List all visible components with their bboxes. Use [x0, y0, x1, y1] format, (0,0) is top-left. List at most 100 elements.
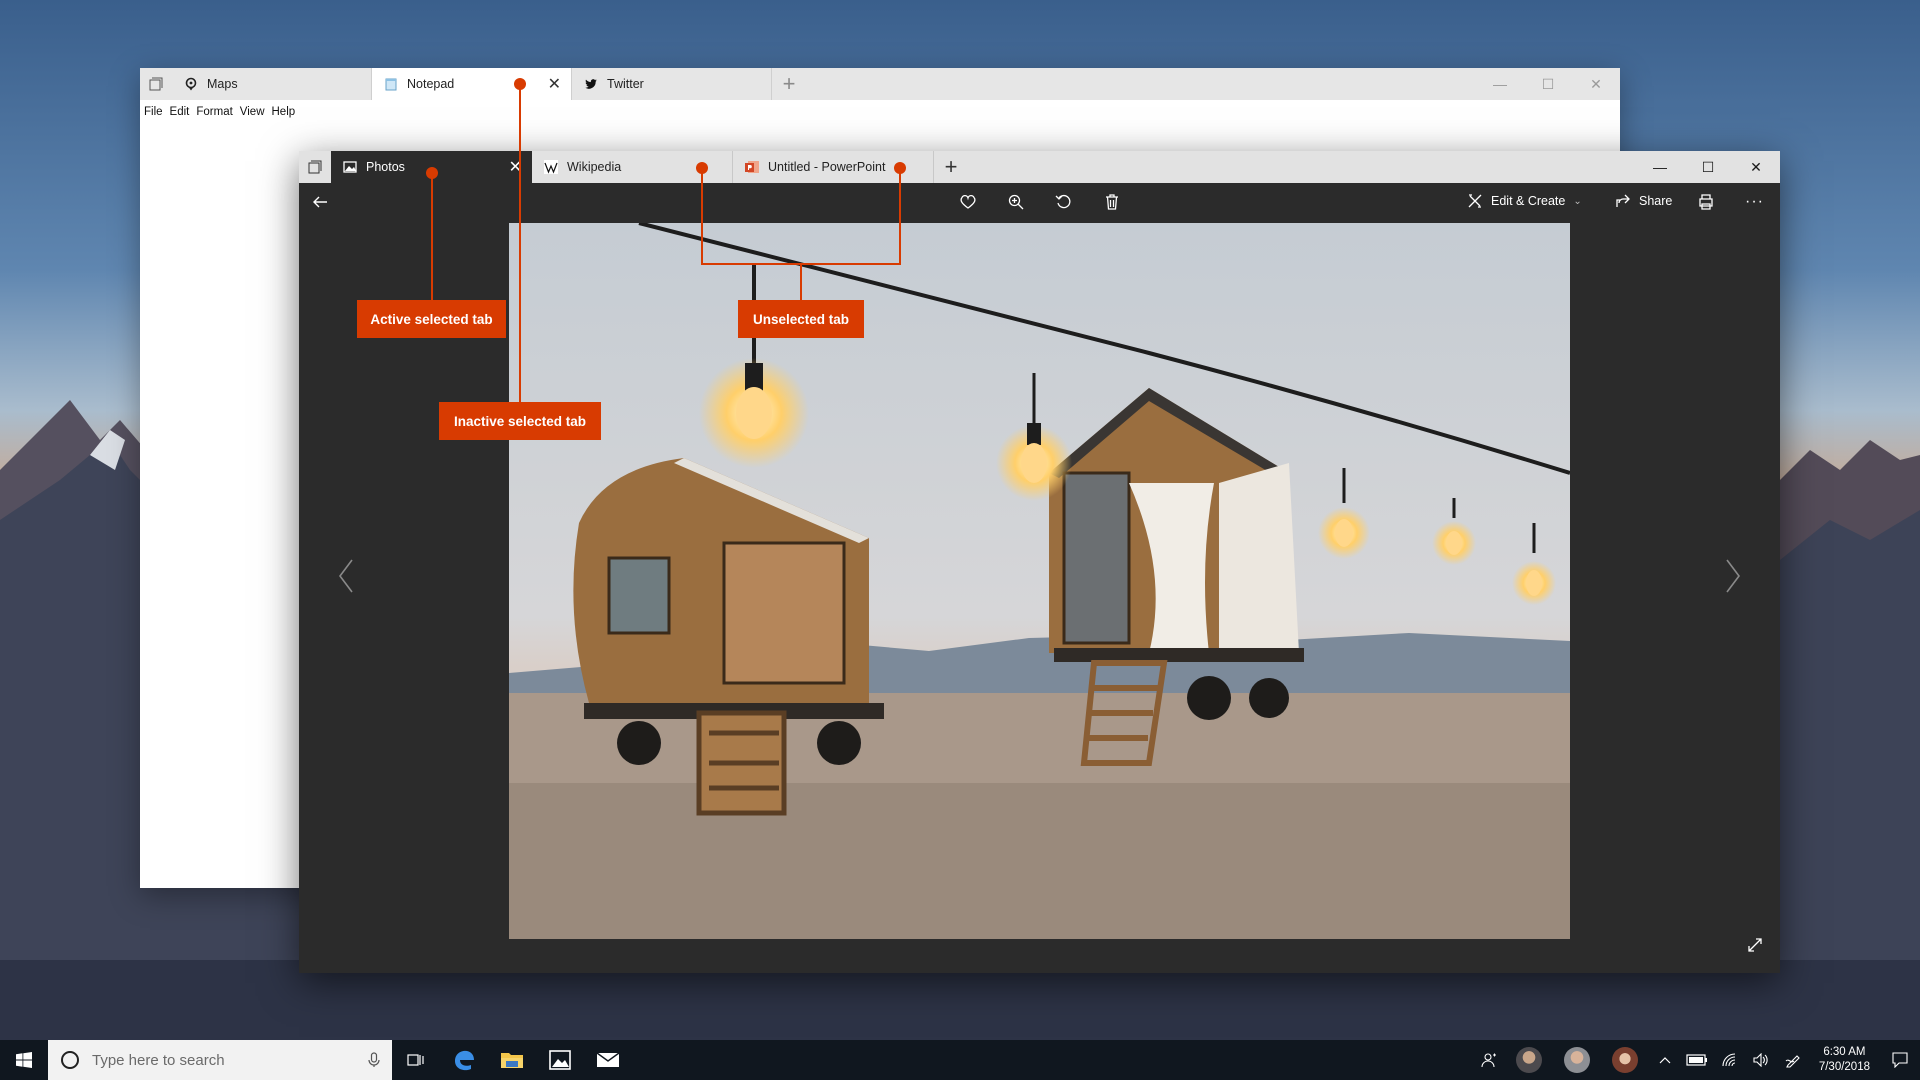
share-button[interactable]: Share	[1615, 193, 1672, 209]
close-icon[interactable]: ✕	[548, 74, 561, 94]
folder-icon	[501, 1053, 523, 1068]
new-tab-button[interactable]: +	[772, 68, 806, 100]
people-icon	[1481, 1053, 1496, 1068]
clock[interactable]: 6:30 AM 7/30/2018	[1809, 1045, 1880, 1075]
tab-label: Untitled - PowerPoint	[768, 160, 886, 174]
minimize-button[interactable]: —	[1636, 151, 1684, 183]
more-button[interactable]: ···	[1745, 193, 1764, 211]
maximize-button[interactable]: ☐	[1524, 68, 1572, 100]
tab-bar: Maps Notepad ✕ Twitter + — ☐ ✕	[140, 68, 1620, 100]
photo-toolbar: Edit & Create ⌄ Share ···	[299, 183, 1780, 223]
menu-view[interactable]: View	[240, 106, 265, 118]
edit-create-label: Edit & Create	[1491, 194, 1566, 208]
photos-icon	[343, 161, 357, 173]
edge-icon	[455, 1050, 474, 1071]
callout-label: Unselected tab	[752, 311, 850, 327]
people-button[interactable]	[1473, 1040, 1505, 1080]
share-label: Share	[1639, 194, 1673, 208]
chevron-up-icon	[1659, 1057, 1671, 1064]
callout-label: Active selected tab	[370, 311, 493, 327]
expand-icon	[1748, 938, 1762, 952]
tab-twitter[interactable]: Twitter	[572, 68, 772, 100]
arrow-left-icon	[313, 196, 327, 208]
zoom-in-icon	[1008, 194, 1024, 210]
file-explorer-button[interactable]	[488, 1040, 536, 1080]
chevron-left-icon	[339, 559, 353, 593]
pen-workspace-button[interactable]	[1777, 1040, 1809, 1080]
delete-button[interactable]	[1103, 193, 1121, 211]
mail-button[interactable]	[584, 1040, 632, 1080]
window-controls: — ☐ ✕	[1636, 151, 1780, 183]
menu-format[interactable]: Format	[196, 106, 232, 118]
camping-trailers-photo	[509, 223, 1570, 939]
close-window-button[interactable]: ✕	[1732, 151, 1780, 183]
tab-label: Maps	[207, 77, 238, 91]
task-view-icon	[407, 1054, 424, 1066]
callout-active-selected-tab: Active selected tab	[357, 300, 506, 338]
microphone-icon	[368, 1052, 380, 1067]
photo[interactable]	[509, 223, 1570, 939]
contact-avatar-2[interactable]	[1563, 1047, 1590, 1073]
rotate-button[interactable]	[1055, 193, 1073, 211]
plus-icon: +	[782, 71, 796, 96]
tab-label: Wikipedia	[567, 160, 622, 174]
callout-line-active	[431, 173, 433, 301]
tab-sets-button[interactable]	[299, 151, 331, 183]
taskbar: Type here to search 6:30 AM 7/30/2018	[0, 1040, 1920, 1080]
search-placeholder: Type here to search	[92, 1051, 225, 1069]
notepad-icon	[385, 78, 397, 91]
clock-date: 7/30/2018	[1818, 1061, 1870, 1073]
rotate-icon	[1055, 194, 1071, 209]
heart-icon	[960, 194, 976, 209]
battery-button[interactable]	[1681, 1040, 1713, 1080]
powerpoint-icon	[745, 161, 759, 173]
twitter-icon	[585, 79, 597, 89]
plus-icon: +	[944, 154, 958, 179]
wifi-button[interactable]	[1713, 1040, 1745, 1080]
next-photo-button[interactable]	[1724, 558, 1742, 597]
edge-button[interactable]	[440, 1040, 488, 1080]
photos-app-button[interactable]	[536, 1040, 584, 1080]
battery-icon	[1686, 1054, 1707, 1066]
new-tab-button[interactable]: +	[934, 151, 968, 183]
trash-icon	[1106, 194, 1118, 210]
edit-create-button[interactable]: Edit & Create ⌄	[1467, 193, 1582, 209]
close-window-button[interactable]: ✕	[1572, 68, 1620, 100]
minimize-button[interactable]: —	[1476, 68, 1524, 100]
contact-avatar-1[interactable]	[1515, 1047, 1542, 1073]
tab-sets-icon	[149, 77, 163, 91]
window-controls: — ☐ ✕	[1476, 68, 1620, 100]
favorite-button[interactable]	[959, 193, 977, 211]
full-screen-button[interactable]	[1747, 937, 1763, 956]
show-hidden-icons-button[interactable]	[1649, 1040, 1681, 1080]
previous-photo-button[interactable]	[337, 558, 355, 597]
contact-avatar-3[interactable]	[1611, 1047, 1638, 1073]
search-box[interactable]: Type here to search	[48, 1040, 392, 1080]
tab-bar: Photos ✕ Wikipedia Untitled - PowerPoint…	[299, 151, 1780, 183]
back-button[interactable]	[311, 193, 329, 211]
tab-sets-button[interactable]	[140, 68, 172, 100]
wikipedia-icon	[544, 160, 558, 174]
tab-maps[interactable]: Maps	[172, 68, 372, 100]
wifi-icon	[1722, 1053, 1735, 1067]
menu-edit[interactable]: Edit	[170, 106, 190, 118]
zoom-button[interactable]	[1007, 193, 1025, 211]
volume-button[interactable]	[1745, 1040, 1777, 1080]
menu-help[interactable]: Help	[272, 106, 296, 118]
menu-file[interactable]: File	[144, 106, 163, 118]
task-view-button[interactable]	[392, 1040, 440, 1080]
maximize-button[interactable]: ☐	[1684, 151, 1732, 183]
print-button[interactable]	[1697, 193, 1715, 211]
chevron-right-icon	[1726, 559, 1740, 593]
tab-notepad[interactable]: Notepad ✕	[372, 68, 572, 100]
chevron-down-icon: ⌄	[1573, 195, 1582, 207]
edit-create-icon	[1468, 194, 1482, 208]
windows-logo-icon	[16, 1052, 32, 1068]
action-center-button[interactable]	[1880, 1052, 1920, 1068]
more-icon: ···	[1745, 193, 1764, 210]
callout-label: Inactive selected tab	[453, 413, 587, 429]
tab-label: Photos	[366, 160, 405, 174]
start-button[interactable]	[0, 1040, 48, 1080]
photos-window: Photos ✕ Wikipedia Untitled - PowerPoint…	[299, 151, 1780, 973]
callout-line-wikipedia	[701, 168, 703, 264]
